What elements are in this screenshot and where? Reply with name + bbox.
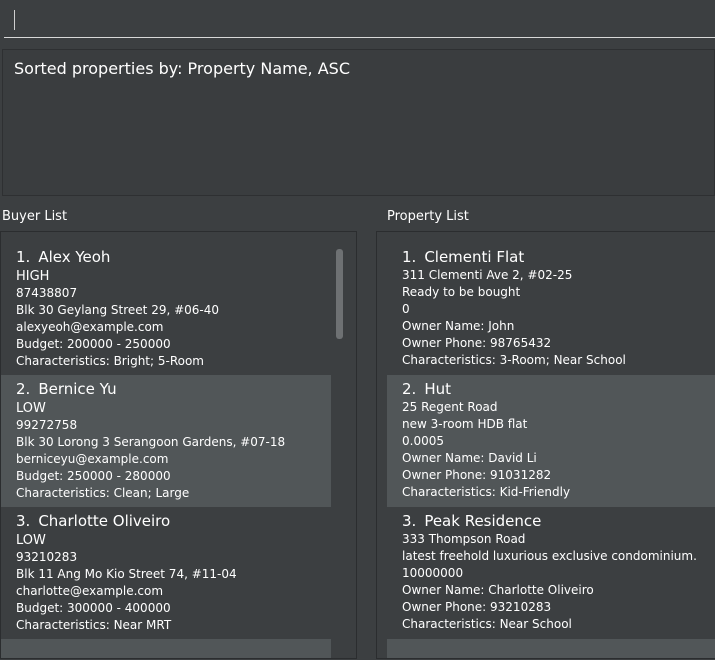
property-card[interactable]: 1. Clementi Flat 311 Clementi Ave 2, #02-…	[387, 243, 715, 375]
property-card[interactable]: 2. Hut 25 Regent Road new 3-room HDB flat…	[387, 375, 715, 507]
property-owner-phone: Owner Phone: 91031282	[402, 468, 552, 482]
property-owner-name: Owner Name: David Li	[402, 451, 537, 465]
buyer-card-partial[interactable]	[1, 639, 331, 658]
buyer-budget: Budget: 200000 - 250000	[16, 337, 171, 351]
property-price: 10000000	[402, 566, 464, 580]
buyer-index: 2.	[16, 380, 31, 398]
buyer-list-scrollbar[interactable]	[334, 243, 344, 658]
property-owner-phone: Owner Phone: 93210283	[402, 600, 552, 614]
buyer-priority: LOW	[16, 533, 46, 548]
property-card-partial[interactable]	[387, 639, 715, 658]
command-input[interactable]	[4, 0, 715, 38]
property-address: 333 Thompson Road	[402, 532, 526, 546]
buyer-phone: 93210283	[16, 550, 78, 564]
property-description: new 3-room HDB flat	[402, 417, 528, 431]
scrollbar-thumb[interactable]	[336, 249, 343, 339]
property-name: Peak Residence	[424, 512, 542, 530]
buyer-card[interactable]: 3. Charlotte Oliveiro LOW 93210283 Blk 11…	[1, 507, 331, 639]
buyer-phone: 99272758	[16, 418, 78, 432]
property-index: 2.	[402, 380, 417, 398]
property-list-title: Property List	[387, 209, 469, 224]
buyer-phone: 87438807	[16, 286, 78, 300]
buyer-address: Blk 30 Lorong 3 Serangoon Gardens, #07-1…	[16, 435, 286, 449]
result-text: Sorted properties by: Property Name, ASC	[14, 59, 350, 78]
property-index: 1.	[402, 248, 417, 266]
buyer-budget: Budget: 300000 - 400000	[16, 601, 171, 615]
buyer-email: charlotte@example.com	[16, 584, 164, 598]
property-description: Ready to be bought	[402, 285, 521, 299]
property-name: Hut	[424, 380, 451, 398]
property-description: latest freehold luxurious exclusive cond…	[402, 549, 697, 563]
property-list: 1. Clementi Flat 311 Clementi Ave 2, #02-…	[387, 243, 715, 658]
property-index: 3.	[402, 512, 417, 530]
property-price: 0	[402, 302, 410, 316]
buyer-list-title: Buyer List	[2, 209, 68, 224]
buyer-card[interactable]: 1. Alex Yeoh HIGH 87438807 Blk 30 Geylang…	[1, 243, 331, 375]
buyer-address: Blk 11 Ang Mo Kio Street 74, #11-04	[16, 567, 237, 581]
property-owner-name: Owner Name: Charlotte Oliveiro	[402, 583, 594, 597]
buyer-index: 3.	[16, 512, 31, 530]
buyer-characteristics: Characteristics: Clean; Large	[16, 486, 190, 500]
property-owner-phone: Owner Phone: 98765432	[402, 336, 552, 350]
property-list-panel[interactable]: 1. Clementi Flat 311 Clementi Ave 2, #02-…	[376, 231, 715, 659]
buyer-budget: Budget: 250000 - 280000	[16, 469, 171, 483]
buyer-list: 1. Alex Yeoh HIGH 87438807 Blk 30 Geylang…	[1, 243, 331, 658]
buyer-priority: HIGH	[16, 269, 50, 284]
buyer-index: 1.	[16, 248, 31, 266]
property-characteristics: Characteristics: 3-Room; Near School	[402, 353, 626, 367]
buyer-name: Charlotte Oliveiro	[38, 512, 171, 530]
property-characteristics: Characteristics: Kid-Friendly	[402, 485, 571, 499]
buyer-list-panel[interactable]: 1. Alex Yeoh HIGH 87438807 Blk 30 Geylang…	[0, 231, 357, 659]
buyer-email: alexyeoh@example.com	[16, 320, 164, 334]
buyer-name: Alex Yeoh	[38, 248, 111, 266]
text-caret	[14, 10, 15, 30]
buyer-email: berniceyu@example.com	[16, 452, 169, 466]
property-card[interactable]: 3. Peak Residence 333 Thompson Road lates…	[387, 507, 715, 639]
buyer-address: Blk 30 Geylang Street 29, #06-40	[16, 303, 220, 317]
property-name: Clementi Flat	[424, 248, 525, 266]
property-address: 25 Regent Road	[402, 400, 498, 414]
property-owner-name: Owner Name: John	[402, 319, 515, 333]
buyer-priority: LOW	[16, 401, 46, 416]
property-price: 0.0005	[402, 434, 444, 448]
property-characteristics: Characteristics: Near School	[402, 617, 572, 631]
buyer-name: Bernice Yu	[38, 380, 117, 398]
result-display: Sorted properties by: Property Name, ASC	[2, 49, 715, 196]
buyer-characteristics: Characteristics: Near MRT	[16, 618, 172, 632]
buyer-card[interactable]: 2. Bernice Yu LOW 99272758 Blk 30 Lorong …	[1, 375, 331, 507]
property-address: 311 Clementi Ave 2, #02-25	[402, 268, 573, 282]
buyer-characteristics: Characteristics: Bright; 5-Room	[16, 354, 204, 368]
